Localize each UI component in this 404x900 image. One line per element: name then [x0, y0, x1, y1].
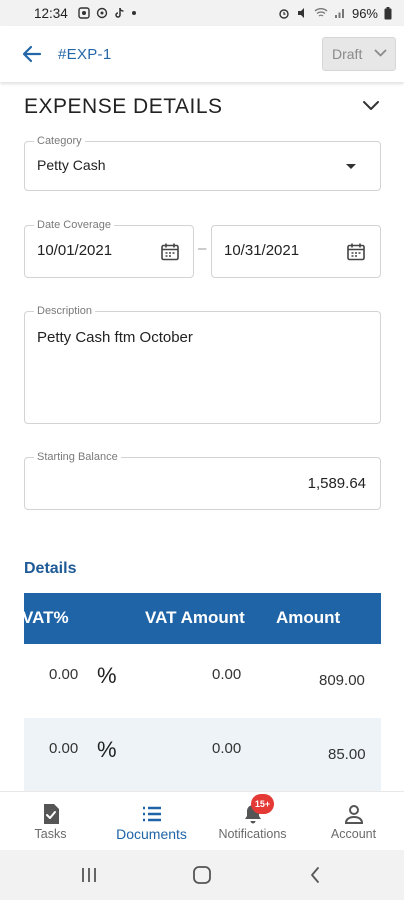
- date-separator: –: [198, 240, 207, 257]
- starting-balance-label: Starting Balance: [34, 451, 121, 463]
- document-id: #EXP-1: [58, 45, 112, 63]
- starting-balance-field[interactable]: Starting Balance 1,589.64: [24, 451, 381, 510]
- system-navigation-bar: [0, 850, 404, 900]
- chevron-down-icon: [363, 101, 379, 110]
- recent-apps-icon: [82, 868, 96, 882]
- gallery-icon: [78, 7, 90, 19]
- row-vat-percent: 0.00: [49, 740, 79, 757]
- status-dropdown[interactable]: Draft: [322, 37, 396, 71]
- bottom-navigation: Tasks Documents Notifications Account: [0, 791, 404, 850]
- category-label: Category: [34, 135, 85, 147]
- collapse-section-button[interactable]: [360, 98, 386, 120]
- end-date-field[interactable]: 10/31/2021: [211, 225, 381, 278]
- calendar-icon[interactable]: [346, 242, 366, 262]
- row-vat-percent: 0.00: [49, 666, 79, 683]
- calendar-icon[interactable]: [160, 242, 180, 262]
- nav-label-notifications: Notifications: [218, 827, 287, 841]
- system-back-button[interactable]: [300, 864, 330, 886]
- nav-label-tasks: Tasks: [34, 827, 67, 841]
- home-button[interactable]: [187, 864, 217, 886]
- column-header-amount: Amount: [276, 608, 341, 627]
- status-bar: 12:34 96%: [0, 0, 404, 26]
- column-header-vat-percent: VAT%: [22, 608, 69, 627]
- tasks-icon: [39, 803, 63, 825]
- description-value: Petty Cash ftm October: [37, 329, 193, 346]
- app-header: #EXP-1 Draft: [0, 26, 404, 82]
- description-label: Description: [34, 305, 96, 317]
- wifi-icon: [314, 8, 328, 17]
- row-amount: 85.00: [328, 746, 366, 763]
- battery-icon: [384, 6, 392, 19]
- settings-small-icon: [96, 7, 107, 19]
- starting-balance-value: 1,589.64: [307, 475, 366, 492]
- person-icon: [342, 803, 366, 825]
- status-notification-icons: [78, 7, 137, 19]
- start-date-value: 10/01/2021: [37, 242, 113, 259]
- nav-item-account[interactable]: Account: [303, 792, 404, 851]
- signal-icon: [334, 9, 344, 18]
- status-value: Draft: [332, 46, 363, 62]
- nav-item-tasks[interactable]: Tasks: [0, 792, 101, 851]
- description-field[interactable]: Description Petty Cash ftm October: [24, 305, 381, 424]
- row-vat-amount: 0.00: [212, 740, 242, 757]
- category-value: Petty Cash: [37, 157, 106, 173]
- section-title: EXPENSE DETAILS: [24, 95, 223, 118]
- row-percent-symbol: %: [97, 737, 117, 762]
- start-date-field[interactable]: Date Coverage 10/01/2021: [24, 219, 194, 278]
- table-row[interactable]: 0.00 % 0.00 85.00: [24, 718, 381, 791]
- recent-apps-button[interactable]: [74, 864, 104, 886]
- nav-label-documents: Documents: [116, 826, 187, 842]
- column-header-vat-amount: VAT Amount: [145, 608, 245, 627]
- table-row[interactable]: 0.00 % 0.00 809.00: [24, 644, 381, 718]
- main-content: EXPENSE DETAILS Category Petty Cash Date…: [0, 82, 404, 791]
- nav-item-documents[interactable]: Documents: [101, 792, 202, 851]
- caret-down-icon: [346, 164, 356, 169]
- nav-label-account: Account: [330, 827, 377, 841]
- row-vat-amount: 0.00: [212, 666, 242, 683]
- home-icon: [193, 866, 211, 884]
- end-date-value: 10/31/2021: [224, 242, 300, 259]
- row-percent-symbol: %: [97, 663, 117, 688]
- status-right: 96%: [278, 6, 392, 21]
- list-icon: [140, 803, 164, 825]
- dot-icon: [131, 11, 136, 15]
- tiktok-icon: [115, 7, 124, 18]
- category-select[interactable]: Category Petty Cash: [24, 135, 381, 191]
- alarm-icon: [279, 9, 289, 19]
- chevron-down-icon: [374, 49, 387, 57]
- status-time: 12:34: [34, 5, 68, 21]
- notifications-badge: 15+: [251, 794, 274, 814]
- battery-percent: 96%: [351, 5, 378, 21]
- back-button[interactable]: [12, 34, 52, 74]
- chevron-left-icon: [311, 867, 319, 883]
- row-amount: 809.00: [319, 672, 365, 689]
- date-coverage-label: Date Coverage: [34, 219, 114, 231]
- details-table-header: VAT% VAT Amount Amount: [22, 593, 381, 644]
- arrow-left-icon: [22, 45, 42, 63]
- details-title: Details: [24, 560, 77, 577]
- mute-icon: [297, 8, 304, 18]
